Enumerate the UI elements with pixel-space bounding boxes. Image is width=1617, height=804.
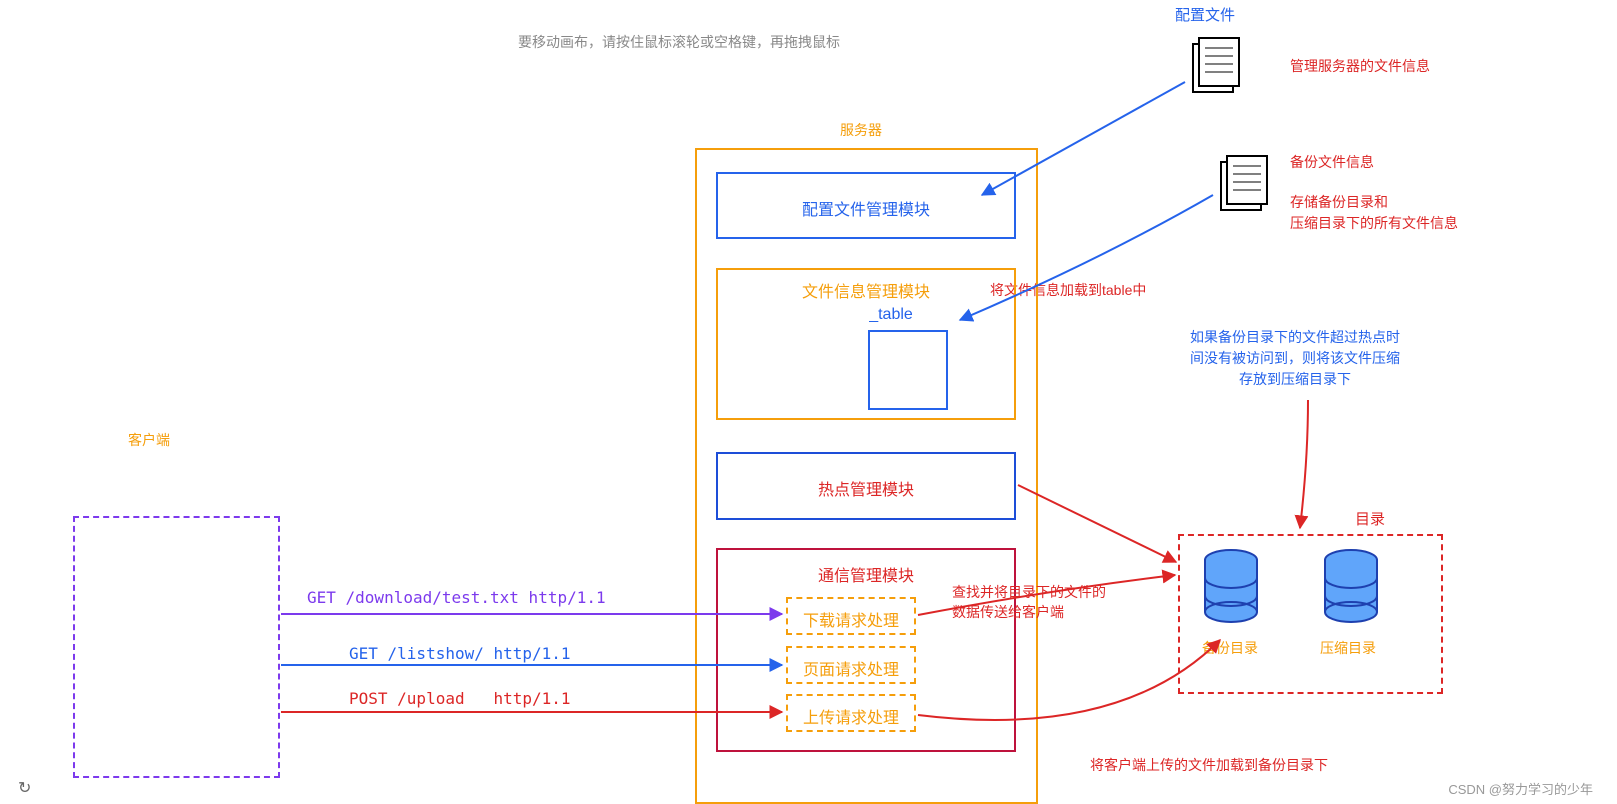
hotspot-module-box: 热点管理模块 — [716, 452, 1016, 520]
config-file-title: 配置文件 — [1175, 4, 1235, 25]
get-download-label: GET /download/test.txt http/1.1 — [307, 588, 606, 607]
table-inner-box — [868, 330, 948, 410]
config-file-note: 管理服务器的文件信息 — [1290, 56, 1430, 76]
watermark: CSDN @努力学习的少年 — [1448, 779, 1593, 798]
hotspot-note: 如果备份目录下的文件超过热点时 间没有被访问到，则将该文件压缩 存放到压缩目录下 — [1190, 327, 1400, 390]
fileinfo-module-label: 文件信息管理模块 — [718, 278, 1014, 302]
page-handler-label: 页面请求处理 — [803, 662, 899, 679]
upload-note: 将客户端上传的文件加载到备份目录下 — [1090, 755, 1328, 775]
get-listshow-label: GET /listshow/ http/1.1 — [349, 644, 571, 663]
canvas-hint: 要移动画布，请按住鼠标滚轮或空格键，再拖拽鼠标 — [518, 32, 840, 52]
backup-info-title: 备份文件信息 — [1290, 152, 1374, 172]
download-handler-label: 下载请求处理 — [803, 613, 899, 630]
config-module-box: 配置文件管理模块 — [716, 172, 1016, 239]
upload-handler-label: 上传请求处理 — [803, 710, 899, 727]
database-icon — [1200, 548, 1262, 626]
database-icon — [1320, 548, 1382, 626]
refresh-icon[interactable]: ↻ — [18, 778, 31, 798]
upload-handler-box: 上传请求处理 — [786, 694, 916, 732]
client-title: 客户端 — [128, 430, 170, 450]
table-label: _table — [768, 306, 1014, 324]
post-upload-label: POST /upload http/1.1 — [349, 689, 571, 708]
client-box — [73, 516, 280, 778]
compress-dir-label: 压缩目录 — [1320, 638, 1376, 658]
download-handler-box: 下载请求处理 — [786, 597, 916, 635]
hotspot-module-label: 热点管理模块 — [818, 482, 914, 499]
fileinfo-module-box: 文件信息管理模块 _table — [716, 268, 1016, 420]
backup-dir-label: 备份目录 — [1202, 638, 1258, 658]
dir-title: 目录 — [1355, 508, 1385, 529]
page-handler-box: 页面请求处理 — [786, 646, 916, 684]
document-stack-icon — [1213, 148, 1273, 218]
server-title: 服务器 — [840, 120, 882, 140]
config-module-label: 配置文件管理模块 — [802, 202, 930, 219]
document-stack-icon — [1185, 30, 1245, 100]
find-note: 查找并将目录下的文件的 数据传送给客户端 — [952, 583, 1106, 622]
backup-info-note: 存储备份目录和 压缩目录下的所有文件信息 — [1290, 192, 1458, 234]
